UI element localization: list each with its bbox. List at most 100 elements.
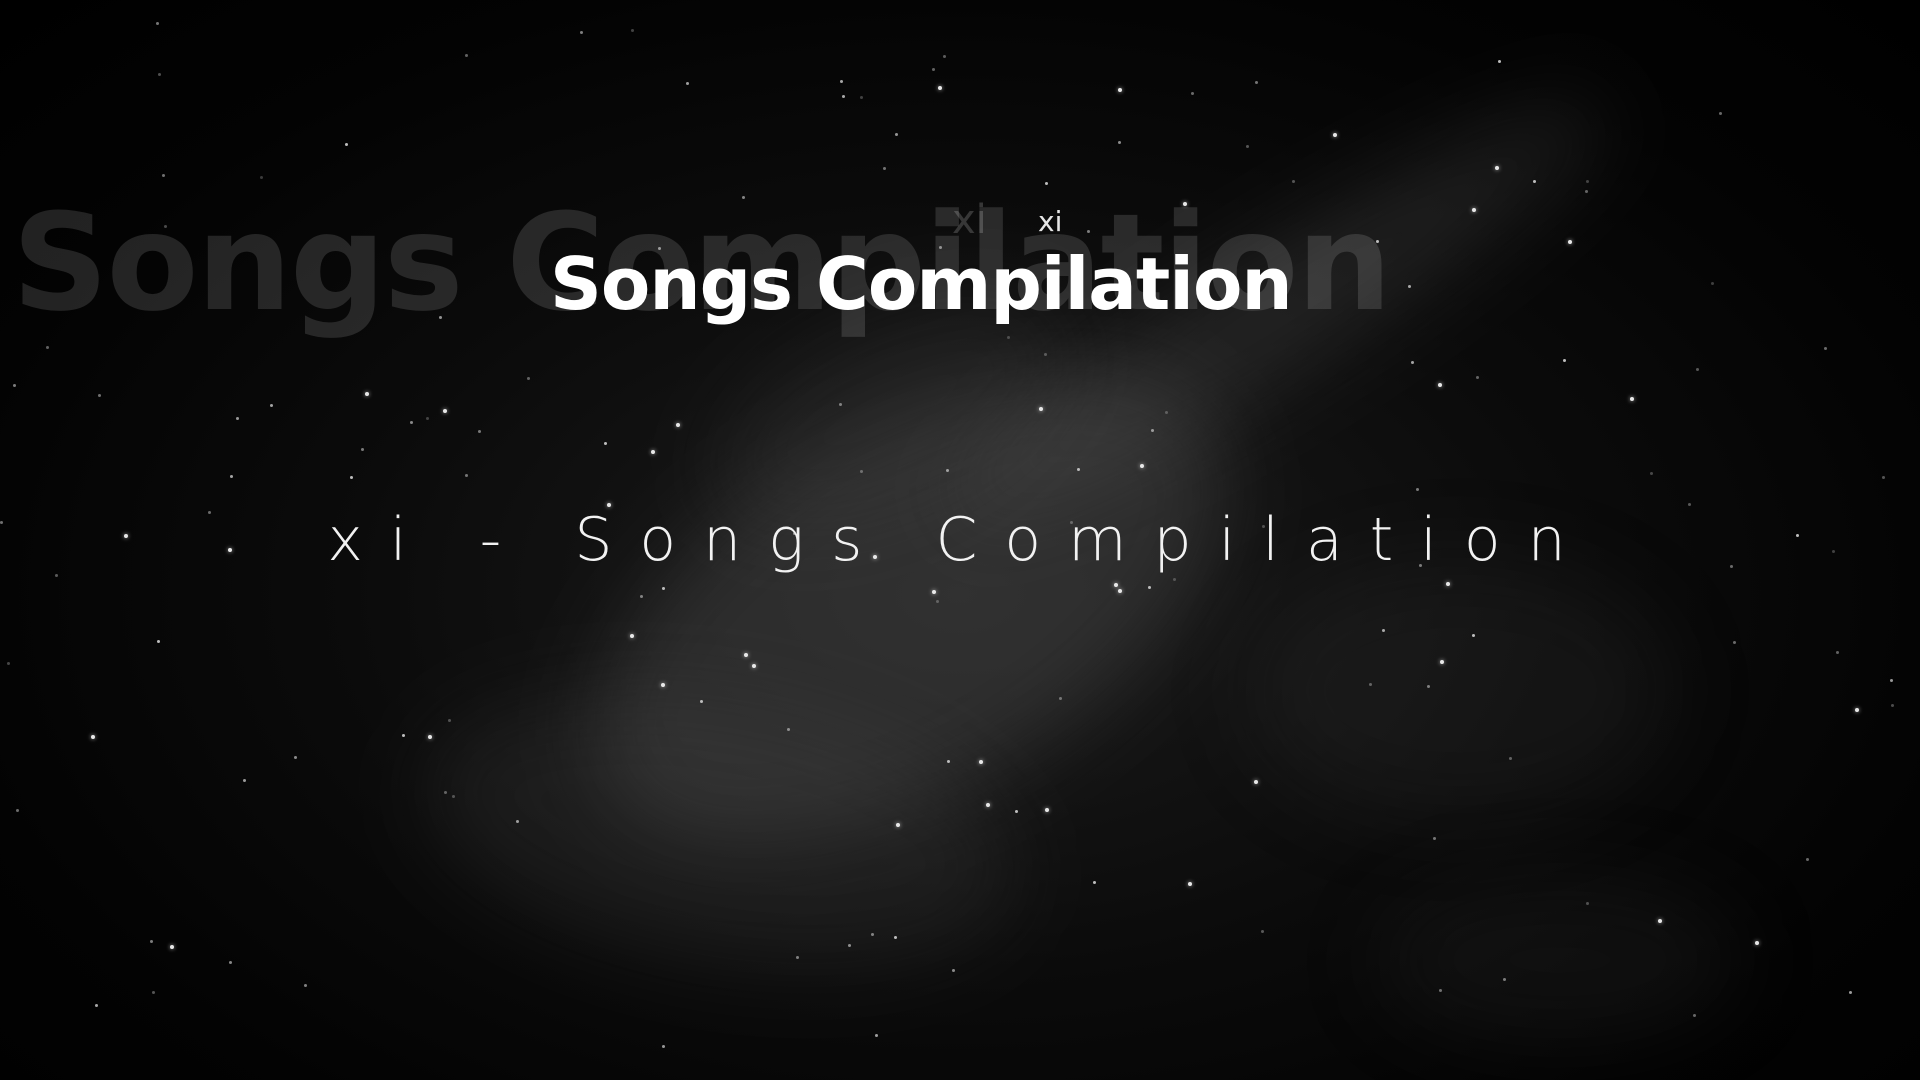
- star: [651, 450, 655, 454]
- star: [1165, 411, 1168, 414]
- star: [1849, 991, 1852, 994]
- star: [1382, 629, 1385, 632]
- star: [448, 719, 451, 722]
- star: [946, 469, 949, 472]
- star: [744, 653, 748, 657]
- star: [1568, 240, 1572, 244]
- star: [294, 756, 297, 759]
- star: [229, 961, 232, 964]
- star: [1255, 81, 1258, 84]
- star: [839, 403, 842, 406]
- star: [527, 377, 530, 380]
- star: [1039, 407, 1043, 411]
- star: [1246, 145, 1249, 148]
- star: [428, 735, 432, 739]
- star: [676, 423, 680, 427]
- star: [1855, 708, 1859, 712]
- star: [152, 991, 155, 994]
- star: [1411, 361, 1414, 364]
- star: [1439, 989, 1442, 992]
- star: [1261, 930, 1264, 933]
- star: [796, 956, 799, 959]
- star: [1148, 586, 1151, 589]
- video-stage: Songs Compilation xi xi Songs Compilatio…: [0, 0, 1920, 1080]
- star: [1151, 429, 1154, 432]
- ghost-artist-text: xi: [952, 197, 987, 243]
- star: [630, 634, 634, 638]
- star: [662, 587, 665, 590]
- star: [1188, 882, 1192, 886]
- artist-name: xi: [1038, 205, 1063, 238]
- star: [947, 760, 950, 763]
- star: [1044, 353, 1047, 356]
- star: [55, 574, 58, 577]
- star: [895, 133, 898, 136]
- star: [444, 791, 447, 794]
- star: [260, 176, 263, 179]
- star: [1693, 1014, 1696, 1017]
- star: [640, 595, 643, 598]
- star: [158, 73, 161, 76]
- star: [1191, 92, 1194, 95]
- star: [98, 394, 101, 397]
- star: [1824, 347, 1827, 350]
- star: [1118, 88, 1122, 92]
- star: [1585, 190, 1588, 193]
- star: [1476, 376, 1479, 379]
- star: [875, 1034, 878, 1037]
- star: [1533, 180, 1536, 183]
- star: [452, 795, 455, 798]
- star: [932, 590, 936, 594]
- star: [1495, 166, 1499, 170]
- star: [95, 1004, 98, 1007]
- star: [848, 944, 851, 947]
- star: [1891, 704, 1894, 707]
- star: [1114, 583, 1118, 587]
- star: [365, 392, 369, 396]
- star: [1416, 488, 1419, 491]
- star: [700, 700, 703, 703]
- star: [1586, 180, 1589, 183]
- star: [752, 664, 756, 668]
- star: [932, 68, 935, 71]
- star: [1292, 180, 1295, 183]
- star: [46, 346, 49, 349]
- star: [1440, 660, 1444, 664]
- star: [871, 933, 874, 936]
- star: [270, 404, 273, 407]
- star: [1733, 641, 1736, 644]
- star: [1093, 881, 1096, 884]
- star: [604, 442, 607, 445]
- star: [840, 80, 843, 83]
- star: [402, 734, 405, 737]
- star: [938, 86, 942, 90]
- star: [1408, 285, 1411, 288]
- star: [1446, 582, 1450, 586]
- star: [1015, 810, 1018, 813]
- star: [1333, 133, 1337, 137]
- star: [1882, 476, 1885, 479]
- star: [943, 55, 946, 58]
- star: [1427, 685, 1430, 688]
- star: [1059, 697, 1062, 700]
- star: [1077, 468, 1080, 471]
- star: [1369, 683, 1372, 686]
- star: [1433, 837, 1436, 840]
- star: [1688, 503, 1691, 506]
- star: [842, 95, 845, 98]
- star: [350, 476, 353, 479]
- subtitle: xi - Songs Compilation: [327, 505, 1593, 575]
- star: [631, 29, 634, 32]
- star: [896, 823, 900, 827]
- star: [986, 803, 990, 807]
- star: [1472, 634, 1475, 637]
- star: [150, 940, 153, 943]
- star: [1563, 359, 1566, 362]
- star: [304, 984, 307, 987]
- star: [16, 809, 19, 812]
- star: [787, 728, 790, 731]
- star: [1630, 397, 1634, 401]
- star: [1890, 679, 1893, 682]
- star: [478, 430, 481, 433]
- star: [894, 936, 897, 939]
